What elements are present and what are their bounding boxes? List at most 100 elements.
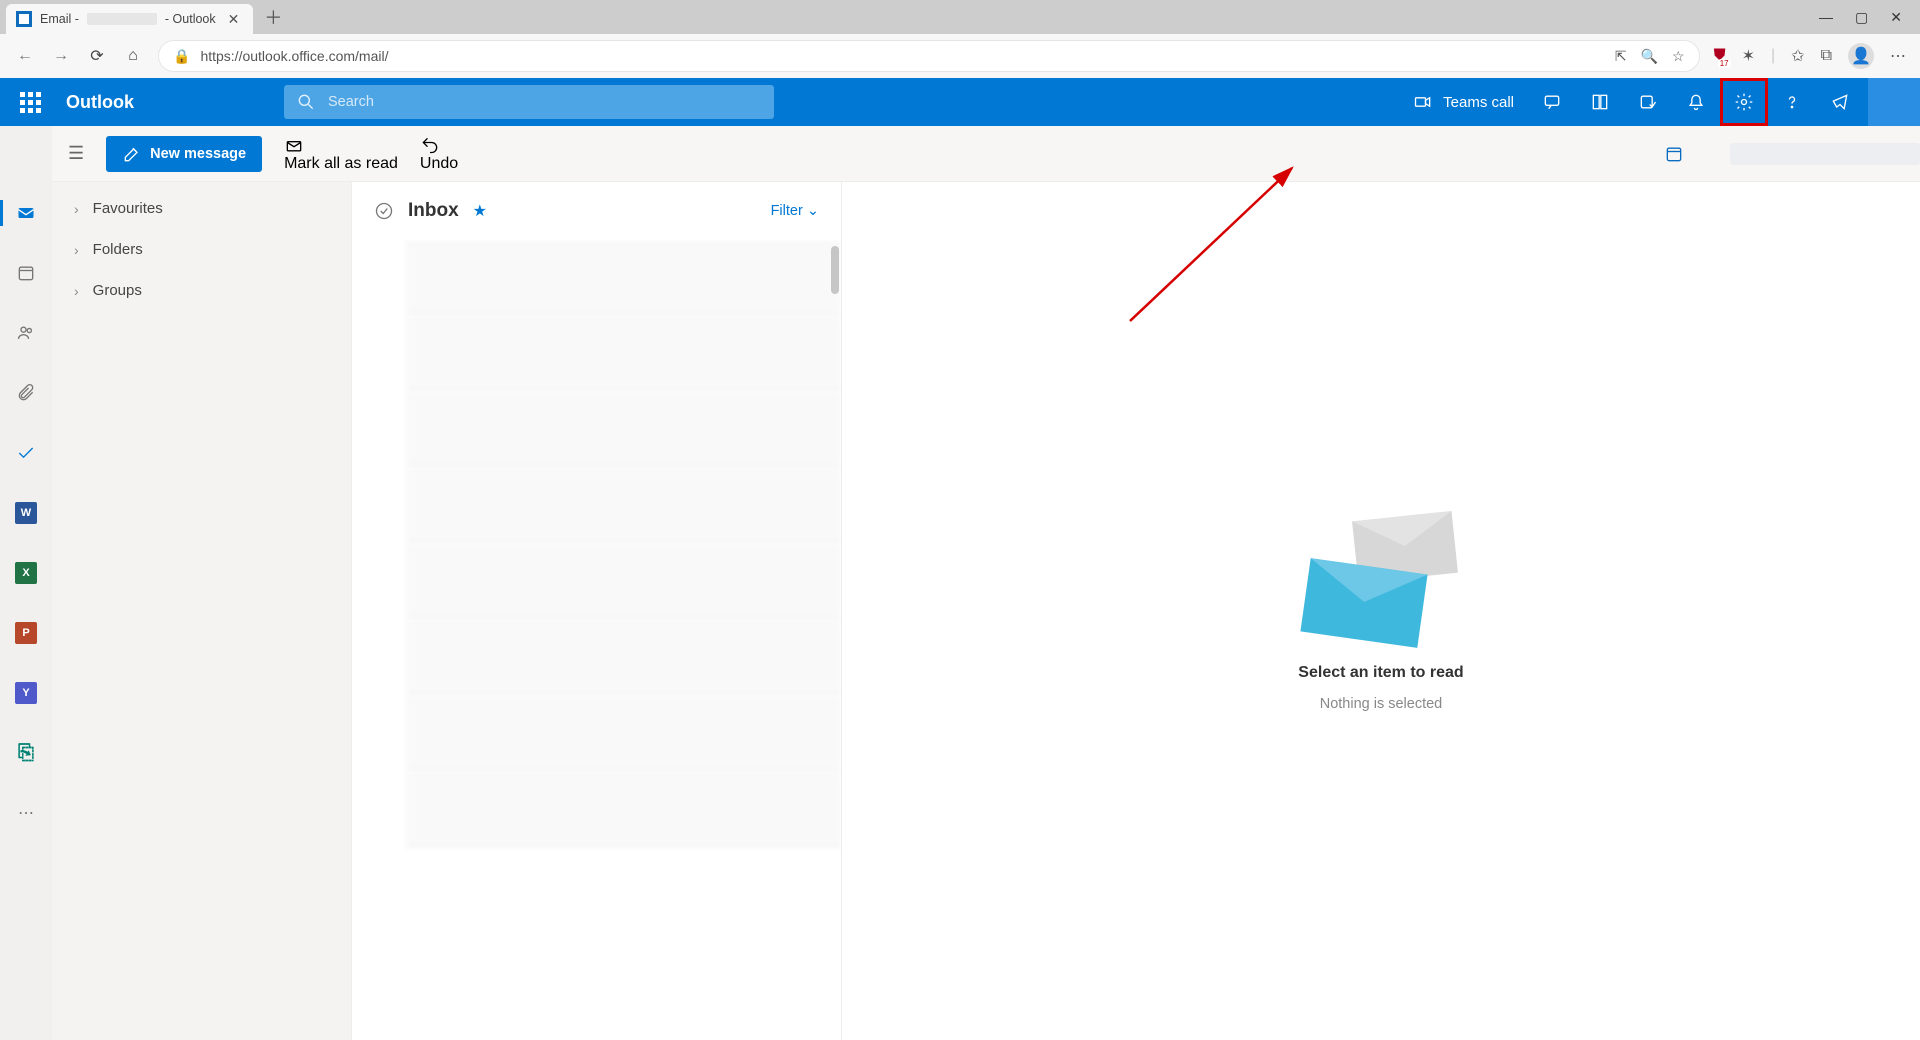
rail-excel[interactable]: X bbox=[0, 556, 52, 590]
window-controls: — ▢ ✕ bbox=[1819, 9, 1920, 26]
redacted-account-name bbox=[87, 13, 157, 25]
chevron-right-icon: › bbox=[74, 242, 79, 258]
refresh-icon[interactable]: ⟳ bbox=[86, 45, 108, 67]
zoom-icon[interactable]: 🔍 bbox=[1641, 48, 1658, 65]
home-icon[interactable]: ⌂ bbox=[122, 45, 144, 67]
favorites-list-icon[interactable]: ✩ bbox=[1791, 46, 1804, 66]
browser-tab[interactable]: Email - - Outlook ✕ bbox=[6, 4, 253, 34]
calendar-peek-icon[interactable] bbox=[1664, 144, 1684, 164]
tab-title-prefix: Email - bbox=[40, 12, 79, 26]
compose-icon bbox=[122, 144, 142, 164]
message-item[interactable] bbox=[406, 696, 841, 772]
rail-mail[interactable] bbox=[0, 196, 52, 230]
nav-groups[interactable]: › Groups bbox=[52, 270, 351, 311]
url-text: https://outlook.office.com/mail/ bbox=[200, 48, 388, 64]
browser-chrome: Email - - Outlook ✕ ＋ — ▢ ✕ ← → ⟳ ⌂ 🔒 ht… bbox=[0, 0, 1920, 78]
account-manager[interactable] bbox=[1868, 78, 1920, 126]
nav-folders[interactable]: › Folders bbox=[52, 229, 351, 270]
folder-pane: › Favourites › Folders › Groups bbox=[52, 126, 352, 1040]
scrollbar-thumb[interactable] bbox=[831, 246, 839, 294]
settings-button[interactable] bbox=[1720, 78, 1768, 126]
maximize-icon[interactable]: ▢ bbox=[1855, 9, 1868, 26]
favorite-star-icon[interactable]: ☆ bbox=[1672, 48, 1685, 65]
address-bar[interactable]: 🔒 https://outlook.office.com/mail/ ⇱ 🔍 ☆ bbox=[158, 40, 1700, 72]
feedback-icon[interactable] bbox=[1816, 78, 1864, 126]
message-item[interactable] bbox=[406, 544, 841, 620]
nav-folders-label: Folders bbox=[93, 241, 143, 258]
extension-blocker-icon[interactable]: ⛊ bbox=[1714, 47, 1726, 65]
search-box[interactable] bbox=[284, 85, 774, 119]
profile-avatar-icon[interactable]: 👤 bbox=[1848, 43, 1874, 69]
rail-people[interactable] bbox=[0, 316, 52, 350]
rail-more[interactable]: ⋯ bbox=[0, 796, 52, 830]
message-item[interactable] bbox=[406, 620, 841, 696]
undo-button[interactable]: Undo bbox=[420, 135, 458, 173]
open-external-icon[interactable]: ⇱ bbox=[1615, 48, 1627, 65]
notifications-icon[interactable] bbox=[1672, 78, 1720, 126]
chat-icon[interactable] bbox=[1528, 78, 1576, 126]
filter-button[interactable]: Filter ⌄ bbox=[771, 203, 819, 219]
message-list[interactable] bbox=[352, 240, 841, 1040]
video-icon bbox=[1413, 92, 1433, 112]
tab-strip: Email - - Outlook ✕ ＋ — ▢ ✕ bbox=[0, 0, 1920, 34]
message-item[interactable] bbox=[406, 316, 841, 392]
back-icon[interactable]: ← bbox=[14, 45, 36, 67]
new-message-label: New message bbox=[150, 146, 246, 162]
nav-favourites[interactable]: › Favourites bbox=[52, 188, 351, 229]
rail-powerpoint[interactable]: P bbox=[0, 616, 52, 650]
message-list-pane: Inbox ★ Filter ⌄ bbox=[352, 126, 842, 1040]
rail-calendar[interactable] bbox=[0, 256, 52, 290]
command-bar-right bbox=[1664, 144, 1708, 164]
message-item[interactable] bbox=[406, 392, 841, 468]
message-list-header: Inbox ★ Filter ⌄ bbox=[352, 182, 841, 240]
empty-state-subtitle: Nothing is selected bbox=[1320, 696, 1443, 712]
rail-todo[interactable] bbox=[0, 436, 52, 470]
undo-label: Undo bbox=[420, 155, 458, 172]
close-window-icon[interactable]: ✕ bbox=[1890, 9, 1902, 26]
mark-all-read-button[interactable]: Mark all as read bbox=[284, 135, 398, 173]
rail-bookings[interactable]: ⎘ bbox=[0, 736, 52, 770]
left-rail: W X P Y ⎘ ⋯ bbox=[0, 126, 52, 1040]
new-tab-button[interactable]: ＋ bbox=[259, 3, 287, 31]
collections-icon[interactable]: ⧉ bbox=[1821, 47, 1832, 65]
select-all-icon[interactable] bbox=[374, 201, 394, 221]
my-day-icon[interactable] bbox=[1624, 78, 1672, 126]
mark-all-read-label: Mark all as read bbox=[284, 155, 398, 172]
excel-icon: X bbox=[15, 562, 37, 584]
rail-yammer[interactable]: Y bbox=[0, 676, 52, 710]
hamburger-icon[interactable]: ☰ bbox=[68, 143, 84, 164]
attachment-icon bbox=[16, 383, 36, 403]
outlook-logo[interactable]: Outlook bbox=[66, 92, 134, 113]
message-item[interactable] bbox=[406, 772, 841, 848]
search-input[interactable] bbox=[328, 94, 762, 110]
help-icon[interactable] bbox=[1768, 78, 1816, 126]
new-message-button[interactable]: New message bbox=[106, 136, 262, 172]
rail-word[interactable]: W bbox=[0, 496, 52, 530]
lock-icon: 🔒 bbox=[173, 48, 190, 65]
address-bar-row: ← → ⟳ ⌂ 🔒 https://outlook.office.com/mai… bbox=[0, 34, 1920, 78]
people-icon bbox=[16, 323, 36, 343]
more-menu-icon[interactable]: ⋯ bbox=[1890, 46, 1906, 66]
gear-icon bbox=[1734, 92, 1754, 112]
check-icon bbox=[16, 443, 36, 463]
calendar-icon bbox=[16, 263, 36, 283]
favorite-folder-icon[interactable]: ★ bbox=[473, 201, 487, 221]
message-item[interactable] bbox=[406, 468, 841, 544]
app-launcher-icon[interactable] bbox=[16, 88, 44, 116]
teams-call-button[interactable]: Teams call bbox=[1399, 92, 1528, 112]
mail-icon bbox=[16, 203, 36, 223]
meet-now-icon[interactable] bbox=[1576, 78, 1624, 126]
bookings-icon: ⎘ bbox=[15, 742, 37, 764]
chevron-down-icon: ⌄ bbox=[807, 203, 819, 219]
rail-files[interactable] bbox=[0, 376, 52, 410]
message-item[interactable] bbox=[406, 240, 841, 316]
extensions-icon[interactable]: ✶ bbox=[1742, 46, 1755, 66]
envelope-open-icon bbox=[284, 135, 304, 155]
undo-icon bbox=[420, 135, 440, 155]
nav-favourites-label: Favourites bbox=[93, 200, 163, 217]
minimize-icon[interactable]: — bbox=[1819, 9, 1833, 26]
close-tab-icon[interactable]: ✕ bbox=[224, 11, 244, 28]
forward-icon[interactable]: → bbox=[50, 45, 72, 67]
empty-state-title: Select an item to read bbox=[1298, 664, 1463, 682]
inbox-title: Inbox bbox=[408, 200, 459, 222]
